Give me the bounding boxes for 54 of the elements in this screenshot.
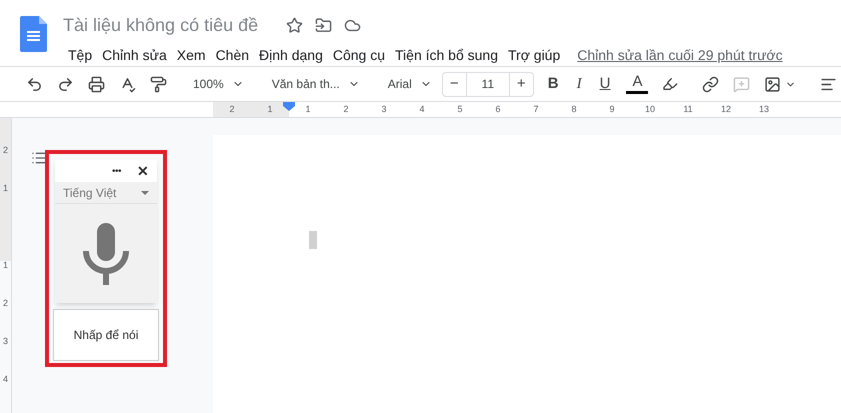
document-title[interactable]: Tài liệu không có tiêu đề (63, 12, 258, 39)
decrease-size-button[interactable]: − (442, 72, 467, 96)
image-icon (764, 76, 782, 92)
cloud-icon[interactable] (344, 17, 362, 34)
ruler-number: 2 (228, 102, 236, 116)
ruler-number: 13 (758, 102, 770, 116)
last-edit-link[interactable]: Chỉnh sửa lần cuối 29 phút trước (577, 45, 783, 66)
font-dropdown[interactable]: Arial (380, 75, 436, 93)
star-icon[interactable] (286, 17, 304, 34)
increase-size-button[interactable]: + (508, 72, 533, 96)
ruler-number: 6 (494, 102, 502, 116)
menu-item[interactable]: Chỉnh sửa (97, 43, 172, 68)
ruler-number: 1 (304, 102, 312, 116)
zoom-dropdown[interactable]: 100% (185, 75, 252, 93)
ruler-number: 2 (2, 299, 8, 310)
ruler-number: 5 (456, 102, 464, 116)
ruler-number: 1 (266, 102, 274, 116)
bold-button[interactable]: B (540, 72, 567, 96)
ruler-number: 9 (608, 102, 616, 116)
close-button[interactable]: ✕ (137, 160, 149, 182)
language-dropdown[interactable]: Tiếng Việt (55, 182, 157, 204)
more-button[interactable]: ••• (112, 164, 121, 178)
ruler-number: 3 (2, 337, 8, 348)
move-folder-icon[interactable] (315, 17, 332, 34)
menu-item[interactable]: Công cụ (328, 43, 390, 68)
text-cursor (309, 231, 317, 249)
underline-button[interactable]: U (592, 72, 618, 96)
ruler-number: 4 (418, 102, 426, 116)
ruler-number: 4 (2, 375, 8, 386)
ruler-number: 2 (2, 146, 8, 157)
ruler-number: 2 (342, 102, 350, 116)
menu-item[interactable]: Tệp (63, 43, 98, 68)
ruler-number: 12 (720, 102, 732, 116)
ruler-number: 1 (2, 184, 8, 195)
italic-button[interactable]: I (568, 72, 590, 96)
ruler-number: 10 (644, 102, 656, 116)
ruler-number: 11 (682, 102, 694, 116)
ruler-number: 3 (380, 102, 388, 116)
font-size-stepper[interactable]: − 11 + (442, 72, 534, 96)
menu-item[interactable]: Xem (172, 43, 211, 68)
font-size-field[interactable]: 11 (466, 75, 509, 93)
menu-item[interactable]: Tiện ích bổ sung (390, 43, 504, 68)
document-logo-icon[interactable] (20, 16, 47, 52)
ruler-number: 7 (532, 102, 540, 116)
menu-item[interactable]: Định dạng (254, 43, 328, 68)
ruler-number: 1 (2, 261, 8, 272)
outline-icon[interactable] (31, 150, 47, 166)
click-to-speak-tooltip: Nhấp để nói (53, 309, 159, 361)
menu-item[interactable]: Chèn (210, 43, 254, 68)
ruler-number: 8 (570, 102, 578, 116)
style-dropdown[interactable]: Văn bản th... (264, 75, 368, 93)
text-color-button[interactable]: A (620, 74, 654, 94)
microphone-icon (83, 222, 129, 284)
menu-item[interactable]: Trợ giúp (503, 43, 566, 68)
